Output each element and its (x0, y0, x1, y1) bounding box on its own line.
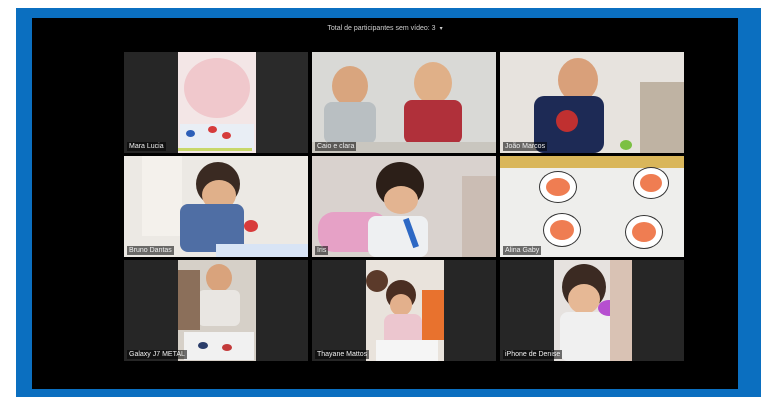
participants-without-video-label: Total de participantes sem vídeo: 3 (327, 24, 436, 32)
video-feed (500, 52, 684, 153)
video-tile-caio-e-clara[interactable]: Caio e clara (312, 52, 496, 153)
video-feed (312, 52, 496, 153)
participant-name: iPhone de Denise (503, 350, 563, 359)
video-tile-thayane-mattos[interactable]: Thayane Mattos (312, 260, 496, 361)
video-tile-alina-gaby[interactable]: Alina Gaby (500, 156, 684, 257)
participants-without-video-bar[interactable]: Total de participantes sem vídeo: 3 ▾ (32, 18, 738, 38)
participant-name: Bruno Dantas (127, 246, 174, 255)
participant-name: Mara Lucia (127, 142, 166, 151)
video-tile-iris[interactable]: Iris (312, 156, 496, 257)
video-call-window: Total de participantes sem vídeo: 3 ▾ Ma… (32, 18, 738, 389)
video-tile-mara-lucia[interactable]: Mara Lucia (124, 52, 308, 153)
video-tile-joao-marcos[interactable]: João Marcos (500, 52, 684, 153)
video-feed (178, 52, 256, 153)
video-feed (500, 156, 684, 257)
video-feed (312, 156, 496, 257)
video-tile-iphone-de-denise[interactable]: iPhone de Denise (500, 260, 684, 361)
video-tile-galaxy-j7-metal[interactable]: Galaxy J7 METAL (124, 260, 308, 361)
participant-name: Caio e clara (315, 142, 357, 151)
participant-name: Thayane Mattos (315, 350, 370, 359)
video-feed (178, 260, 256, 361)
chevron-down-icon[interactable]: ▾ (440, 25, 443, 32)
video-feed (554, 260, 632, 361)
participant-name: Alina Gaby (503, 246, 542, 255)
participant-name: Galaxy J7 METAL (127, 350, 187, 359)
participant-name: Iris (315, 246, 329, 255)
video-feed (124, 156, 308, 257)
video-tile-bruno-dantas[interactable]: Bruno Dantas (124, 156, 308, 257)
video-feed (366, 260, 444, 361)
participant-name: João Marcos (503, 142, 548, 151)
